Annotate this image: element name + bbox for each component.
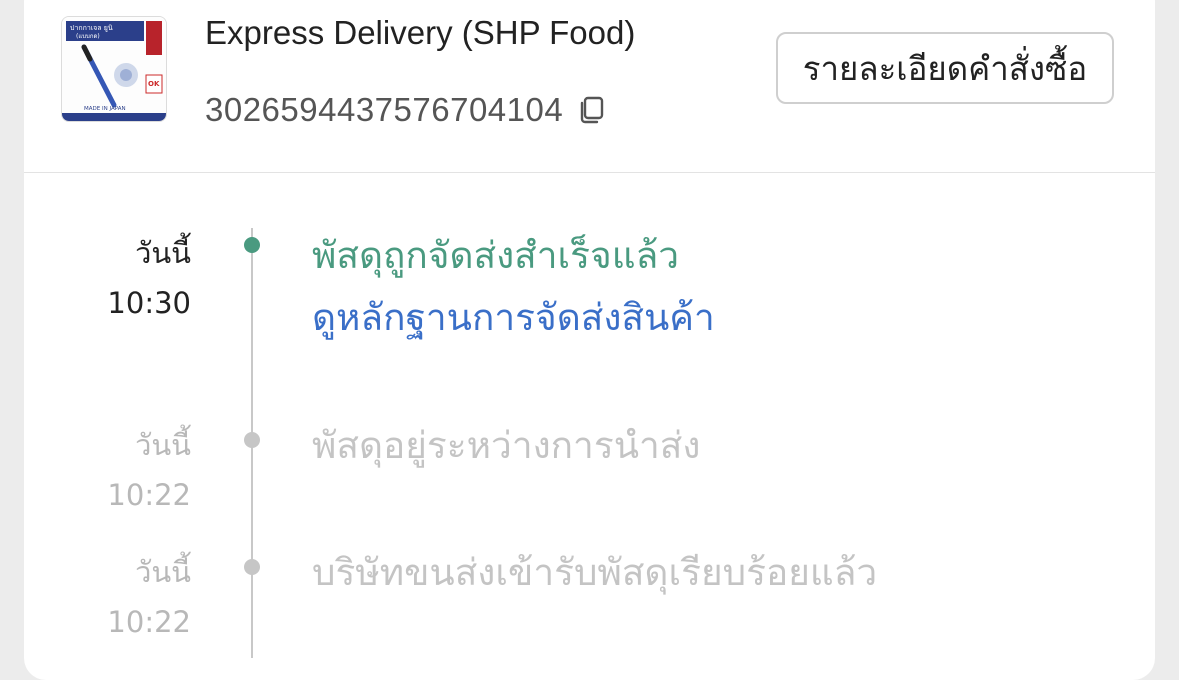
delivery-provider: Express Delivery (SHP Food) bbox=[205, 14, 636, 51]
timeline-time: 10:22 bbox=[107, 478, 191, 512]
timeline-dot-active bbox=[244, 237, 260, 253]
thumb-made-in: MADE IN JAPAN bbox=[84, 106, 126, 112]
order-details-button[interactable]: รายละเอียดคำสั่งซื้อ bbox=[776, 32, 1114, 104]
thumb-badge: OK bbox=[148, 80, 160, 88]
product-thumbnail[interactable]: ปากกาเจล ยูนิ (แบบกด) OK MADE IN JAPAN bbox=[61, 16, 167, 122]
delivery-proof-link[interactable]: ดูหลักฐานการจัดส่งสินค้า bbox=[312, 288, 715, 347]
tracking-row: 3026594437576704104 bbox=[205, 90, 607, 130]
timeline-status: พัสดุถูกจัดส่งสำเร็จแล้ว bbox=[312, 234, 680, 277]
timeline-day: วันนี้ bbox=[135, 428, 191, 462]
timeline-timestamp: วันนี้ 10:30 bbox=[107, 228, 191, 328]
timeline-status: บริษัทขนส่งเข้ารับพัสดุเรียบร้อยแล้ว bbox=[312, 551, 878, 594]
copy-icon[interactable] bbox=[577, 95, 607, 125]
product-image: ปากกาเจล ยูนิ (แบบกด) OK MADE IN JAPAN bbox=[62, 17, 166, 121]
timeline-day: วันนี้ bbox=[135, 236, 191, 270]
thumb-subtitle: (แบบกด) bbox=[76, 33, 100, 40]
timeline-time: 10:22 bbox=[107, 605, 191, 639]
timeline-time: 10:30 bbox=[107, 286, 191, 320]
timeline-dot bbox=[244, 559, 260, 575]
timeline-timestamp: วันนี้ 10:22 bbox=[107, 547, 191, 647]
thumb-title: ปากกาเจล ยูนิ bbox=[70, 24, 113, 32]
tracking-number: 3026594437576704104 bbox=[205, 91, 564, 128]
timeline-dot bbox=[244, 432, 260, 448]
timeline-status: พัสดุอยู่ระหว่างการนำส่ง bbox=[312, 424, 701, 467]
shipment-card: ปากกาเจล ยูนิ (แบบกด) OK MADE IN JAPAN E… bbox=[24, 0, 1155, 680]
shipment-header: ปากกาเจล ยูนิ (แบบกด) OK MADE IN JAPAN E… bbox=[24, 0, 1155, 173]
timeline-day: วันนี้ bbox=[135, 555, 191, 589]
timeline-timestamp: วันนี้ 10:22 bbox=[107, 420, 191, 520]
